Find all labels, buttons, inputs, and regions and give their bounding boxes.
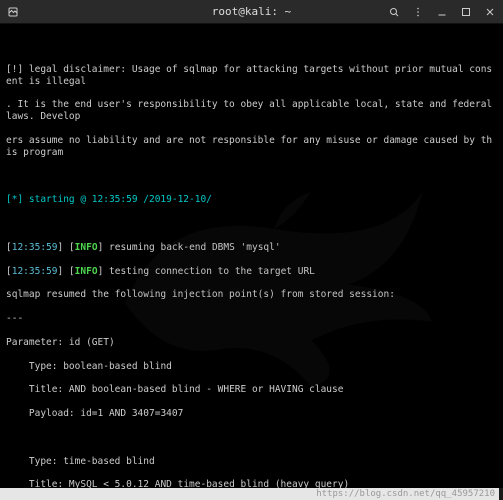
output-line: Type: time-based blind xyxy=(6,456,497,468)
maximize-icon[interactable] xyxy=(459,5,473,19)
output-line: [12:35:59] [INFO] testing connection to … xyxy=(6,266,497,278)
output-line xyxy=(6,432,497,444)
output-line: [!] legal disclaimer: Usage of sqlmap fo… xyxy=(6,64,497,88)
output-line: Type: boolean-based blind xyxy=(6,361,497,373)
menu-icon[interactable] xyxy=(411,5,425,19)
output-line: Title: AND boolean-based blind - WHERE o… xyxy=(6,384,497,396)
output-line: Payload: id=1 AND 3407=3407 xyxy=(6,408,497,420)
output-line: sqlmap resumed the following injection p… xyxy=(6,289,497,301)
output-line: Parameter: id (GET) xyxy=(6,337,497,349)
window-titlebar: root@kali: ~ xyxy=(0,0,503,24)
output-line: Title: MySQL < 5.0.12 AND time-based bli… xyxy=(6,479,497,488)
close-icon[interactable] xyxy=(483,5,497,19)
output-line xyxy=(6,218,497,230)
app-menu-icon[interactable] xyxy=(6,5,20,19)
minimize-icon[interactable] xyxy=(435,5,449,19)
page-watermark: https://blog.csdn.net/qq_45957210 xyxy=(0,488,499,500)
terminal-output[interactable]: [!] legal disclaimer: Usage of sqlmap fo… xyxy=(0,24,503,488)
output-line: --- xyxy=(6,313,497,325)
output-line: [*] starting @ 12:35:59 /2019-12-10/ xyxy=(6,194,497,206)
search-icon[interactable] xyxy=(387,5,401,19)
output-line: [12:35:59] [INFO] resuming back-end DBMS… xyxy=(6,242,497,254)
window-title: root@kali: ~ xyxy=(212,5,291,18)
output-line: . It is the end user's responsibility to… xyxy=(6,99,497,123)
output-line xyxy=(6,171,497,183)
output-line: ers assume no liability and are not resp… xyxy=(6,135,497,159)
